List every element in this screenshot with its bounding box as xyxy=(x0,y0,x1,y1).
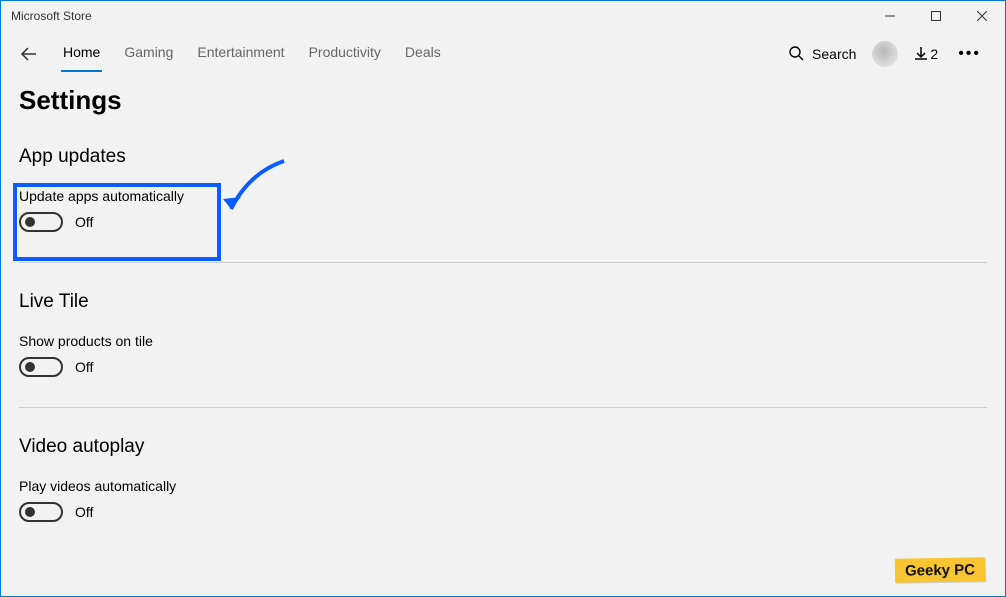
toggle-state-show-products: Off xyxy=(75,359,93,375)
window-controls xyxy=(867,1,1005,31)
minimize-button[interactable] xyxy=(867,1,913,31)
downloads-button[interactable]: 2 xyxy=(914,46,938,63)
search-button[interactable]: Search xyxy=(788,45,856,64)
section-live-tile: Live Tile Show products on tile Off xyxy=(19,291,987,403)
page-title: Settings xyxy=(19,85,987,116)
toggle-row-play-videos: Off xyxy=(19,502,987,522)
tab-deals[interactable]: Deals xyxy=(403,38,443,70)
nav-right: Search 2 ••• xyxy=(788,41,995,67)
close-button[interactable] xyxy=(959,1,1005,31)
downloads-count: 2 xyxy=(930,46,938,62)
toggle-row-update-apps: Off xyxy=(19,212,987,232)
search-label: Search xyxy=(812,46,856,62)
setting-label-play-videos: Play videos automatically xyxy=(19,478,987,494)
content: Settings App updates Update apps automat… xyxy=(1,81,1005,548)
section-heading-app-updates: App updates xyxy=(19,146,987,168)
toggle-play-videos[interactable] xyxy=(19,502,63,522)
section-app-updates: App updates Update apps automatically Of… xyxy=(19,146,987,258)
avatar[interactable] xyxy=(872,41,898,67)
tab-productivity[interactable]: Productivity xyxy=(307,38,383,70)
toggle-state-update-apps: Off xyxy=(75,214,93,230)
toggle-knob-icon xyxy=(25,507,35,517)
section-video-autoplay: Video autoplay Play videos automatically… xyxy=(19,436,987,548)
divider xyxy=(19,262,987,263)
toggle-knob-icon xyxy=(25,362,35,372)
tab-home[interactable]: Home xyxy=(61,38,102,70)
window-title: Microsoft Store xyxy=(11,9,92,23)
toggle-state-play-videos: Off xyxy=(75,504,93,520)
section-heading-video-autoplay: Video autoplay xyxy=(19,436,987,458)
setting-label-show-products: Show products on tile xyxy=(19,333,987,349)
tab-entertainment[interactable]: Entertainment xyxy=(195,38,286,70)
toggle-show-products[interactable] xyxy=(19,357,63,377)
toggle-knob-icon xyxy=(25,217,35,227)
ellipsis-icon: ••• xyxy=(958,45,981,62)
tab-gaming[interactable]: Gaming xyxy=(122,38,175,70)
search-icon xyxy=(788,45,804,64)
navbar: Home Gaming Entertainment Productivity D… xyxy=(1,31,1005,81)
maximize-button[interactable] xyxy=(913,1,959,31)
divider xyxy=(19,407,987,408)
nav-tabs: Home Gaming Entertainment Productivity D… xyxy=(61,38,443,70)
download-icon xyxy=(914,46,928,63)
toggle-row-show-products: Off xyxy=(19,357,987,377)
section-heading-live-tile: Live Tile xyxy=(19,291,987,313)
setting-label-update-apps: Update apps automatically xyxy=(19,188,987,204)
back-button[interactable] xyxy=(11,36,47,72)
toggle-update-apps[interactable] xyxy=(19,212,63,232)
more-button[interactable]: ••• xyxy=(954,45,985,63)
titlebar: Microsoft Store xyxy=(1,1,1005,31)
watermark: Geeky PC xyxy=(895,557,985,583)
